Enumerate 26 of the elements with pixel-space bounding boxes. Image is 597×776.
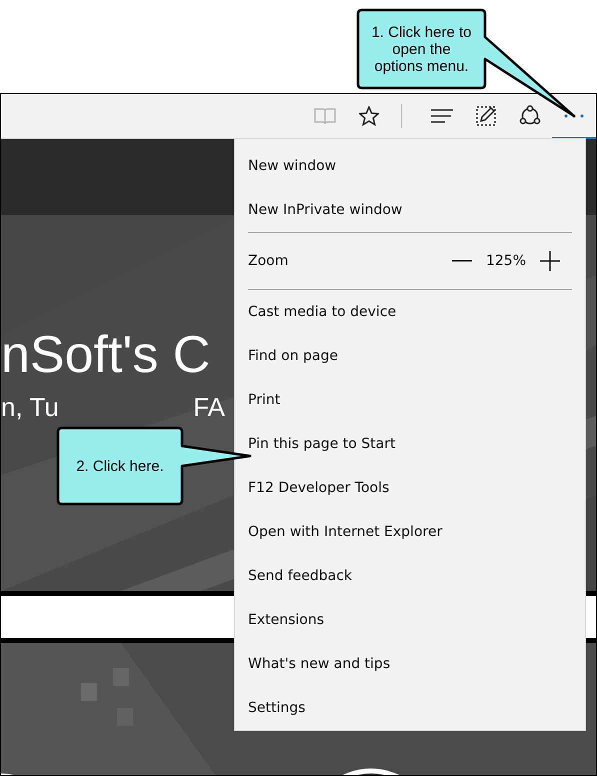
callout-text: 1. Click here to open the options menu. — [370, 24, 473, 74]
star-icon — [359, 106, 379, 126]
minus-icon — [452, 260, 472, 262]
callout-text: 2. Click here. — [75, 458, 165, 474]
menu-item[interactable]: What's new and tips — [235, 642, 585, 686]
book-icon — [314, 106, 336, 126]
menu-item[interactable]: Open with Internet Explorer — [235, 510, 585, 554]
menu-item[interactable]: New InPrivate window — [235, 188, 585, 232]
menu-item[interactable]: Print — [235, 378, 585, 422]
menu-item[interactable]: Settings — [235, 686, 585, 730]
zoom-value: 125% — [484, 253, 528, 269]
page-subtitle: n, Tu — [1, 391, 59, 424]
pen-note-icon — [476, 106, 496, 126]
menu-item[interactable]: New window — [235, 144, 585, 188]
page-headline: nSoft's C — [1, 325, 210, 386]
menu-item[interactable]: Cast media to device — [235, 290, 585, 334]
hub-lines-icon — [431, 108, 453, 122]
menu-item[interactable]: Find on page — [235, 334, 585, 378]
plus-icon — [540, 251, 560, 271]
page-subtitle: FA — [193, 391, 225, 424]
menu-item[interactable]: Pin this page to Start — [235, 422, 585, 466]
zoom-label: Zoom — [248, 253, 290, 269]
share-icon — [519, 104, 541, 126]
menu-item[interactable]: F12 Developer Tools — [235, 466, 585, 510]
menu-item[interactable]: Send feedback — [235, 554, 585, 598]
menu-item[interactable]: Extensions — [235, 598, 585, 642]
